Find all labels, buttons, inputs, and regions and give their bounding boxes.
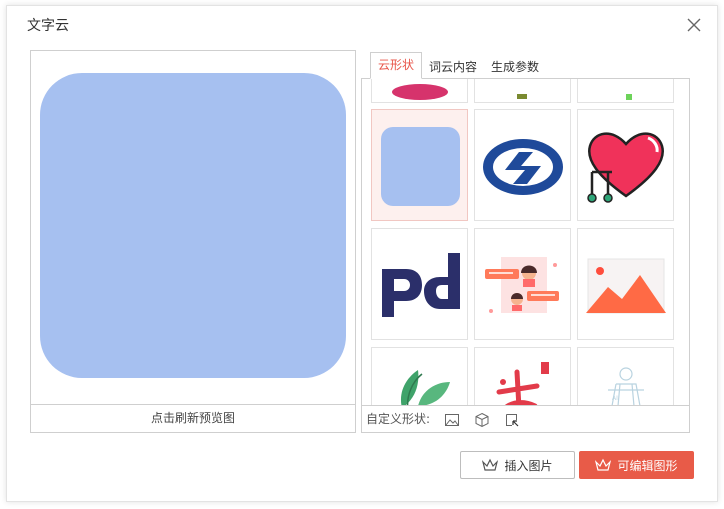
shape-cell-partial[interactable] <box>371 79 468 103</box>
custom-shape-bar: 自定义形状: <box>362 405 689 432</box>
shape-cell-landscape-image[interactable] <box>577 228 674 340</box>
shape-cell-figure-outline[interactable]: AI <box>577 347 674 405</box>
shape-cell-partial[interactable] <box>474 79 571 103</box>
tab-generate-params[interactable]: 生成参数 <box>484 55 546 79</box>
shape-cell-rounded-square[interactable] <box>371 109 468 221</box>
svg-text:AI: AI <box>612 395 618 402</box>
shape-cell-psd-letters[interactable] <box>371 228 468 340</box>
shape-cell-leaves[interactable] <box>371 347 468 405</box>
close-icon[interactable] <box>686 17 702 33</box>
insert-image-button[interactable]: 插入图片 <box>460 451 575 479</box>
crown-icon <box>595 458 612 471</box>
image-icon[interactable] <box>444 411 460 427</box>
tab-cloud-shape[interactable]: 云形状 <box>370 52 423 79</box>
shape-grid[interactable]: AI <box>362 79 689 405</box>
word-cloud-dialog: 文字云 点击刷新预览图 云形状 词云内容 生成参数 AI 自定义形状: 插入图片… <box>6 5 718 502</box>
custom-shape-label: 自定义形状: <box>366 412 431 426</box>
shape-cell-music-heart[interactable] <box>577 109 674 221</box>
tab-cloud-content[interactable]: 词云内容 <box>422 55 484 79</box>
shape-cell-partial[interactable] <box>577 79 674 103</box>
crown-icon <box>482 458 499 471</box>
shape-cell-calligraphy[interactable] <box>474 347 571 405</box>
preview-shape <box>40 73 346 378</box>
cube-icon[interactable] <box>474 411 490 427</box>
shape-cell-chat-people[interactable] <box>474 228 571 340</box>
preview-panel: 点击刷新预览图 <box>30 50 356 433</box>
editable-shape-label: 可编辑图形 <box>617 458 678 473</box>
refresh-preview-button[interactable]: 点击刷新预览图 <box>31 404 355 432</box>
dialog-title: 文字云 <box>27 18 69 34</box>
insert-image-label: 插入图片 <box>504 458 553 473</box>
shape-cell-metro-logo[interactable] <box>474 109 571 221</box>
shape-gallery: AI 自定义形状: <box>361 78 690 433</box>
crop-icon[interactable] <box>504 411 520 427</box>
editable-shape-button[interactable]: 可编辑图形 <box>579 451 694 479</box>
tab-bar: 云形状 词云内容 生成参数 <box>370 52 546 79</box>
